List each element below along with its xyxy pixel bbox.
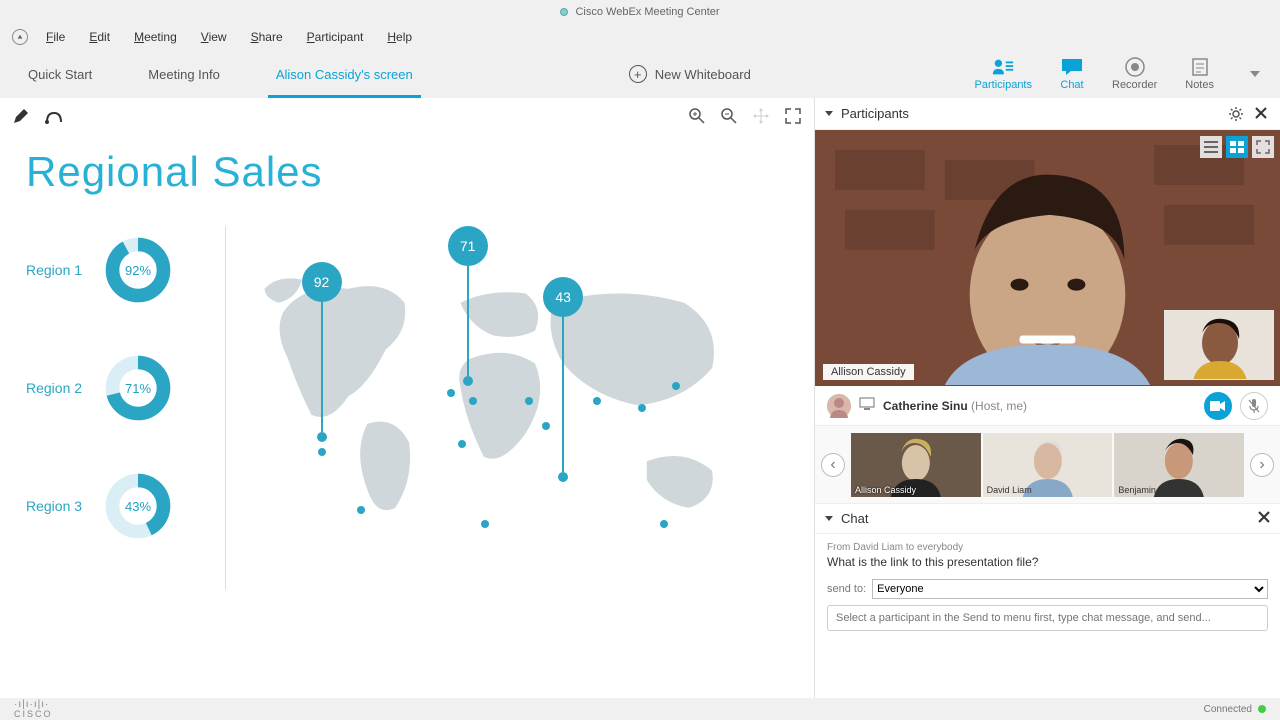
slide-title: Regional Sales (26, 148, 788, 196)
thumbs-next-button[interactable]: › (1250, 453, 1274, 477)
map-pin: 71 (448, 226, 488, 386)
host-row: Catherine Sinu (Host, me) (815, 386, 1280, 426)
region-row: Region 1 92% (26, 236, 225, 304)
status-dot-icon (1258, 705, 1266, 713)
region-donuts: Region 1 92% Region 2 71% (26, 226, 226, 590)
chevron-down-icon (825, 111, 833, 116)
plus-icon: + (629, 65, 647, 83)
close-icon[interactable] (1258, 511, 1270, 526)
thumbs-prev-button[interactable]: ‹ (821, 453, 845, 477)
menu-view[interactable]: View (201, 30, 227, 44)
self-view[interactable] (1164, 310, 1274, 380)
panel-buttons: Participants Chat Recorder Notes (975, 50, 1280, 98)
shared-screen-area: Regional Sales Region 1 92% Region 2 (0, 98, 814, 698)
sendto-select[interactable]: Everyone (872, 579, 1268, 599)
chat-message: What is the link to this presentation fi… (827, 555, 1268, 569)
window-titlebar: Cisco WebEx Meeting Center (0, 0, 1280, 24)
participants-panel-header[interactable]: Participants (815, 98, 1280, 130)
app-title: Cisco WebEx Meeting Center (575, 6, 719, 18)
content-tabs: Quick Start Meeting Info Alison Cassidy'… (0, 50, 779, 98)
participants-icon (991, 57, 1015, 77)
tab-quickstart[interactable]: Quick Start (0, 50, 120, 98)
chat-button[interactable]: Chat (1060, 57, 1084, 91)
chat-icon (1060, 57, 1084, 77)
map-dot (357, 506, 365, 514)
video-name-label: Allison Cassidy (823, 364, 914, 380)
donut-chart: 92% (104, 236, 172, 304)
app-indicator-icon (560, 8, 568, 16)
menu-share[interactable]: Share (251, 30, 283, 44)
screen-share-icon (859, 397, 875, 414)
thumb-item[interactable]: David Liam (983, 433, 1113, 497)
status-bar: ·ı|ı·ı|ı· CISCO Connected (0, 698, 1280, 720)
map-dot (672, 382, 680, 390)
menu-file[interactable]: File (46, 30, 65, 44)
notes-icon (1188, 57, 1212, 77)
pencil-icon[interactable] (12, 107, 30, 125)
recorder-icon (1123, 57, 1147, 77)
cisco-logo: ·ı|ı·ı|ı· CISCO (14, 699, 53, 719)
annotation-toolbar (0, 98, 814, 134)
donut-chart: 43% (104, 472, 172, 540)
menu-participant[interactable]: Participant (307, 30, 364, 44)
tab-sharedscreen[interactable]: Alison Cassidy's screen (248, 50, 441, 98)
grid-view-icon[interactable] (1226, 136, 1248, 158)
recorder-button[interactable]: Recorder (1112, 57, 1157, 91)
map-dot (481, 520, 489, 528)
map-dot (318, 448, 326, 456)
host-name: Catherine Sinu (Host, me) (883, 399, 1027, 413)
map-dot (469, 397, 477, 405)
region-row: Region 3 43% (26, 472, 225, 540)
mute-button[interactable] (1240, 392, 1268, 420)
map-pin: 43 (543, 277, 583, 482)
main-video: Allison Cassidy (815, 130, 1280, 386)
chat-panel-header[interactable]: Chat (815, 504, 1280, 534)
chat-from-label: From David Liam to everybody (827, 542, 1268, 553)
tab-meetinginfo[interactable]: Meeting Info (120, 50, 248, 98)
notes-button[interactable]: Notes (1185, 57, 1214, 91)
connection-status: Connected (1204, 704, 1252, 715)
move-icon[interactable] (752, 107, 770, 125)
presentation-slide: Regional Sales Region 1 92% Region 2 (0, 98, 814, 610)
map-dot (660, 520, 668, 528)
side-panel: Participants (814, 98, 1280, 698)
zoom-in-icon[interactable] (688, 107, 706, 125)
collapse-toggle-icon[interactable] (12, 29, 28, 45)
menu-help[interactable]: Help (387, 30, 412, 44)
panel-menu-dropdown[interactable] (1250, 71, 1260, 77)
close-icon[interactable] (1254, 106, 1270, 122)
map-dot (525, 397, 533, 405)
donut-chart: 71% (104, 354, 172, 422)
pointer-icon[interactable] (44, 107, 62, 125)
chevron-down-icon (825, 516, 833, 521)
map-dot (593, 397, 601, 405)
gear-icon[interactable] (1228, 106, 1244, 122)
zoom-out-icon[interactable] (720, 107, 738, 125)
camera-button[interactable] (1204, 392, 1232, 420)
map-dot (638, 404, 646, 412)
tab-new-whiteboard[interactable]: + New Whiteboard (601, 50, 779, 98)
sendto-label: send to: (827, 583, 866, 595)
list-view-icon[interactable] (1200, 136, 1222, 158)
chat-input[interactable] (827, 605, 1268, 631)
world-map: 92 71 43 (226, 226, 788, 590)
chat-body: From David Liam to everybody What is the… (815, 534, 1280, 639)
avatar (827, 394, 851, 418)
participant-thumbnails: ‹ Allison Cassidy David Liam Benjamin Le… (815, 426, 1280, 504)
main-toolbar: Quick Start Meeting Info Alison Cassidy'… (0, 50, 1280, 98)
map-pin: 92 (302, 262, 342, 442)
region-row: Region 2 71% (26, 354, 225, 422)
thumb-item[interactable]: Benjamin Lee (1114, 433, 1244, 497)
menu-bar: File Edit Meeting View Share Participant… (0, 24, 1280, 50)
fullscreen-icon[interactable] (784, 107, 802, 125)
expand-video-icon[interactable] (1252, 136, 1274, 158)
menu-edit[interactable]: Edit (89, 30, 110, 44)
map-dot (458, 440, 466, 448)
map-dot (447, 389, 455, 397)
participants-button[interactable]: Participants (975, 57, 1032, 91)
thumb-item[interactable]: Allison Cassidy (851, 433, 981, 497)
menu-meeting[interactable]: Meeting (134, 30, 177, 44)
